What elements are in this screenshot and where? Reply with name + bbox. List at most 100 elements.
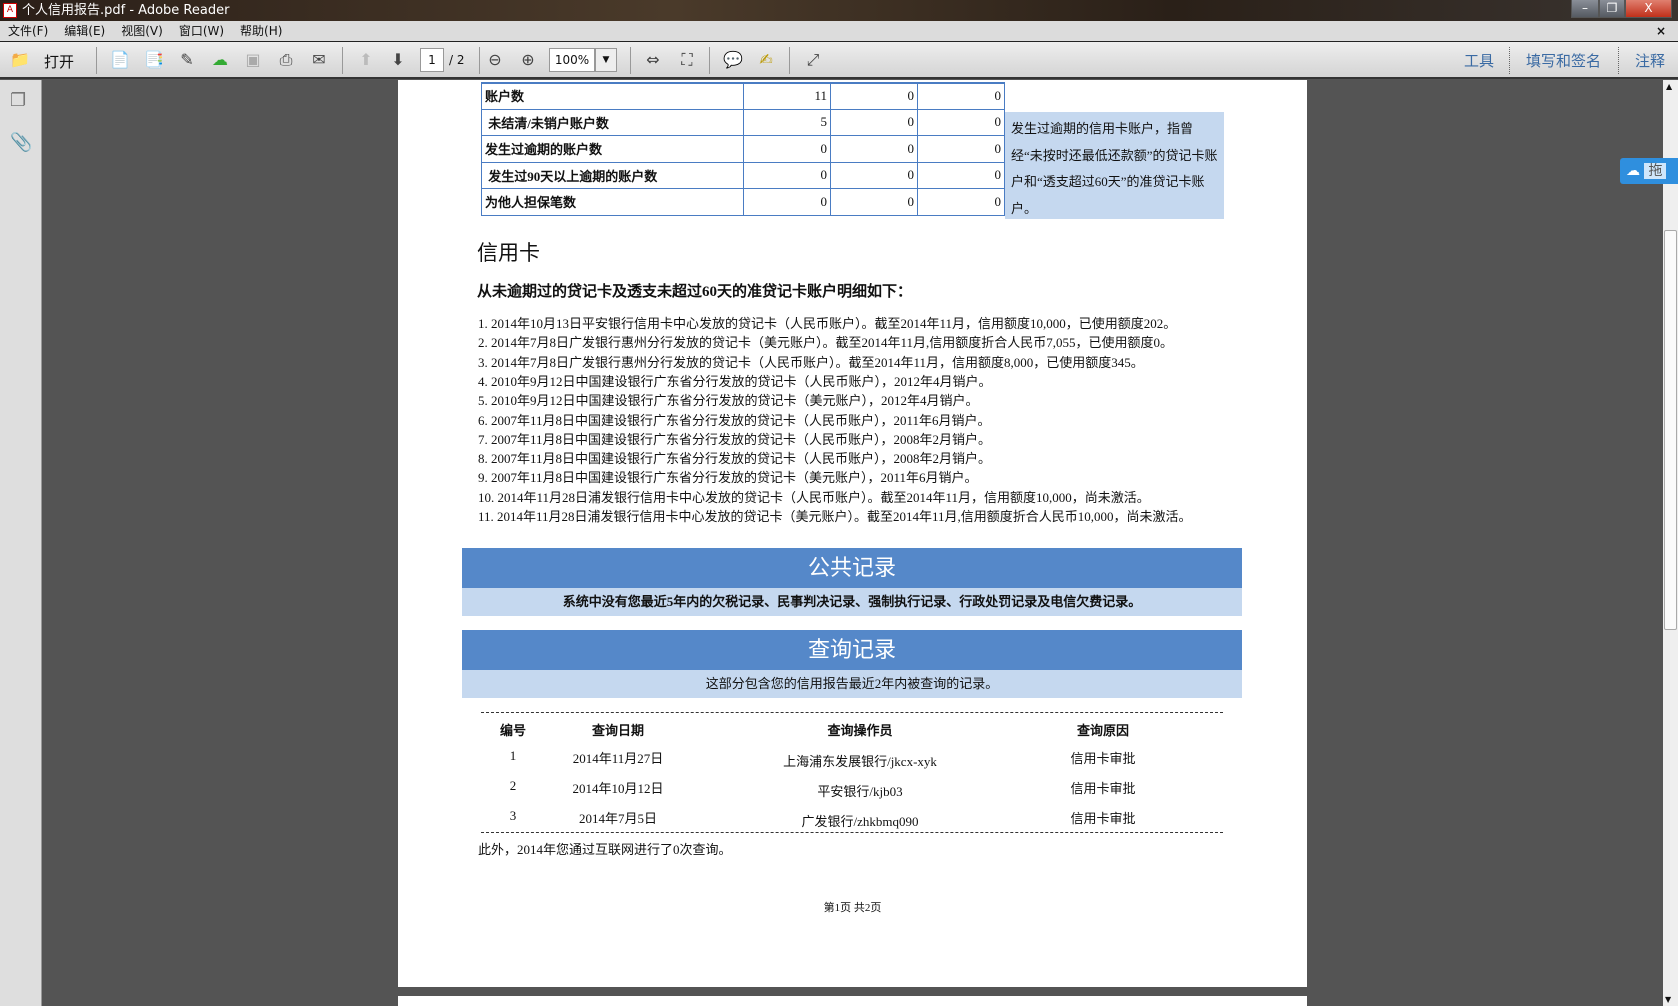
- menu-edit[interactable]: 编辑(E): [56, 21, 113, 42]
- combine-files-icon[interactable]: 📑: [142, 48, 166, 72]
- separator: [789, 47, 790, 74]
- dashed-divider: [481, 712, 1223, 713]
- row-value: 0: [830, 135, 918, 163]
- account-summary-table: 账户数 11 0 0 未结清/未销户账户数 5 0 0 发生过逾期的账户数 0 0 0 发生过90天…: [481, 82, 1005, 216]
- tools-pane-button[interactable]: 工具: [1464, 50, 1494, 71]
- comment-pane-button[interactable]: 注释: [1635, 50, 1665, 71]
- query-cell: 2014年10月12日: [572, 781, 664, 796]
- query-cell: 2014年11月27日: [572, 751, 664, 766]
- zoom-level-input[interactable]: 100%: [549, 48, 595, 72]
- next-page-icon[interactable]: ⬇: [386, 48, 410, 72]
- vertical-scrollbar[interactable]: ▲ ▼: [1663, 80, 1678, 1006]
- row-value: 0: [917, 82, 1005, 110]
- print-icon[interactable]: ⎙: [274, 48, 298, 72]
- email-icon[interactable]: ✉: [307, 48, 331, 72]
- highlight-icon[interactable]: ✍: [754, 48, 778, 72]
- zoom-dropdown-icon[interactable]: ▼: [595, 48, 617, 72]
- fit-width-icon[interactable]: ⇔: [641, 48, 665, 72]
- separator: [96, 47, 97, 74]
- restore-button[interactable]: ❐: [1599, 0, 1625, 18]
- public-records-text: 系统中没有您最近5年内的欠税记录、民事判决记录、强制执行记录、行政处罚记录及电信…: [462, 588, 1242, 616]
- create-pdf-icon[interactable]: 📄: [108, 48, 132, 72]
- query-cell: 信用卡审批: [1070, 811, 1136, 826]
- dashed-divider: [481, 832, 1223, 833]
- row-value: 0: [830, 82, 918, 110]
- toolbar: 📁 打开 📄 📑 ✎ ☁ ▣ ⎙ ✉ ⬆ ⬇ 1 / 2 ⊖ ⊕ 100% ▼ …: [0, 42, 1678, 79]
- page-thumbnails-icon[interactable]: ❐: [10, 90, 26, 111]
- table-row: 未结清/未销户账户数 5 0 0: [481, 108, 1005, 136]
- scroll-down-arrow-icon[interactable]: ▼: [1665, 995, 1671, 1004]
- row-value: 0: [917, 188, 1005, 216]
- pdf-app-icon: A: [3, 3, 17, 18]
- table-row: 发生过逾期的账户数 0 0 0: [481, 135, 1005, 163]
- credit-card-list-item: 6. 2007年11月8日中国建设银行广东省分行发放的贷记卡（人民币账户），20…: [478, 412, 991, 428]
- zoom-in-icon[interactable]: ⊕: [516, 48, 540, 72]
- credit-card-subheading: 从未逾期过的贷记卡及透支未超过60天的准贷记卡账户明细如下：: [477, 284, 913, 300]
- query-column-header: 编号: [499, 723, 526, 738]
- open-button[interactable]: 打开: [44, 51, 74, 72]
- page-number-input[interactable]: 1: [420, 48, 444, 72]
- menu-bar: 文件(F) 编辑(E) 视图(V) 窗口(W) 帮助(H) ×: [0, 21, 1678, 42]
- cloud-link-icon: ☁: [1626, 163, 1640, 179]
- row-value: 5: [743, 108, 831, 136]
- navigation-pane: ❐ 📎: [0, 80, 42, 1006]
- credit-card-list-item: 3. 2014年7月8日广发银行惠州分行发放的贷记卡（人民币账户）。截至2014…: [478, 354, 1144, 370]
- separator: [630, 47, 631, 74]
- credit-card-list-item: 2. 2014年7月8日广发银行惠州分行发放的贷记卡（美元账户）。截至2014年…: [478, 335, 1174, 351]
- pdf-page: 账户数 11 0 0 未结清/未销户账户数 5 0 0 发生过逾期的账户数 0 0 0 发生过90天…: [398, 80, 1307, 987]
- query-cell: 平安银行/kjb03: [817, 784, 903, 799]
- query-cell: 1: [509, 748, 517, 763]
- save-icon[interactable]: ▣: [241, 48, 265, 72]
- scrollbar-thumb[interactable]: [1664, 230, 1677, 630]
- menu-file[interactable]: 文件(F): [0, 21, 56, 42]
- comment-icon[interactable]: 💬: [721, 48, 745, 72]
- scroll-up-arrow-icon[interactable]: ▲: [1666, 82, 1672, 91]
- row-value: 0: [830, 188, 918, 216]
- separator: [709, 47, 710, 74]
- edit-document-icon[interactable]: ✎: [175, 48, 199, 72]
- close-document-button[interactable]: ×: [1648, 21, 1674, 42]
- menu-view[interactable]: 视图(V): [113, 21, 171, 42]
- open-folder-icon[interactable]: 📁: [8, 48, 32, 72]
- row-value: 0: [917, 135, 1005, 163]
- full-screen-icon[interactable]: ⤢: [801, 48, 825, 72]
- query-column-header: 查询原因: [1076, 723, 1129, 738]
- row-label: 发生过90天以上逾期的账户数: [481, 161, 744, 189]
- separator: [1618, 47, 1619, 74]
- close-button[interactable]: X: [1625, 0, 1672, 18]
- query-footnote: 此外，2014年您通过互联网进行了0次查询。: [478, 842, 732, 857]
- row-value: 0: [917, 108, 1005, 136]
- table-row: 发生过90天以上逾期的账户数 0 0 0: [481, 161, 1005, 189]
- menu-window[interactable]: 窗口(W): [171, 21, 232, 42]
- zoom-out-icon[interactable]: ⊖: [483, 48, 507, 72]
- credit-card-heading: 信用卡: [477, 241, 540, 265]
- title-bar: A 个人信用报告.pdf - Adobe Reader – ❐ X: [0, 0, 1678, 21]
- credit-card-list-item: 10. 2014年11月28日浦发银行信用卡中心发放的贷记卡（人民币账户）。截至…: [478, 489, 1150, 505]
- row-value: 0: [743, 161, 831, 189]
- row-value: 0: [743, 188, 831, 216]
- separator: [342, 47, 343, 74]
- attachments-paperclip-icon[interactable]: 📎: [10, 132, 32, 153]
- credit-card-list-item: 8. 2007年11月8日中国建设银行广东省分行发放的贷记卡（人民币账户），20…: [478, 451, 992, 467]
- fill-sign-pane-button[interactable]: 填写和签名: [1526, 50, 1601, 71]
- fit-page-icon[interactable]: ⛶: [675, 48, 699, 72]
- row-label: 发生过逾期的账户数: [481, 135, 744, 163]
- row-label: 账户数: [481, 82, 744, 110]
- credit-card-list-item: 9. 2007年11月8日中国建设银行广东省分行发放的贷记卡（美元账户），201…: [478, 470, 978, 486]
- page-total: / 2: [449, 53, 465, 67]
- credit-card-list-item: 1. 2014年10月13日平安银行信用卡中心发放的贷记卡（人民币账户）。截至2…: [478, 316, 1177, 331]
- minimize-button[interactable]: –: [1571, 0, 1599, 18]
- row-label: 为他人担保笔数: [481, 188, 744, 216]
- row-value: 0: [743, 135, 831, 163]
- credit-card-list-item: 4. 2010年9月12日中国建设银行广东省分行发放的贷记卡（人民币账户），20…: [478, 373, 992, 389]
- row-value: 0: [917, 161, 1005, 189]
- window-title: 个人信用报告.pdf - Adobe Reader: [22, 3, 230, 18]
- query-cell: 上海浦东发展银行/jkcx-xyk: [783, 754, 937, 769]
- page-footer: 第1页 共2页: [823, 902, 882, 914]
- query-records-text: 这部分包含您的信用报告最近2年内被查询的记录。: [462, 670, 1242, 698]
- menu-help[interactable]: 帮助(H): [232, 21, 290, 42]
- cloud-side-widget[interactable]: ☁ 拖: [1620, 158, 1678, 184]
- previous-page-icon[interactable]: ⬆: [354, 48, 378, 72]
- table-row: 账户数 11 0 0: [481, 82, 1005, 110]
- upload-cloud-icon[interactable]: ☁: [208, 48, 232, 72]
